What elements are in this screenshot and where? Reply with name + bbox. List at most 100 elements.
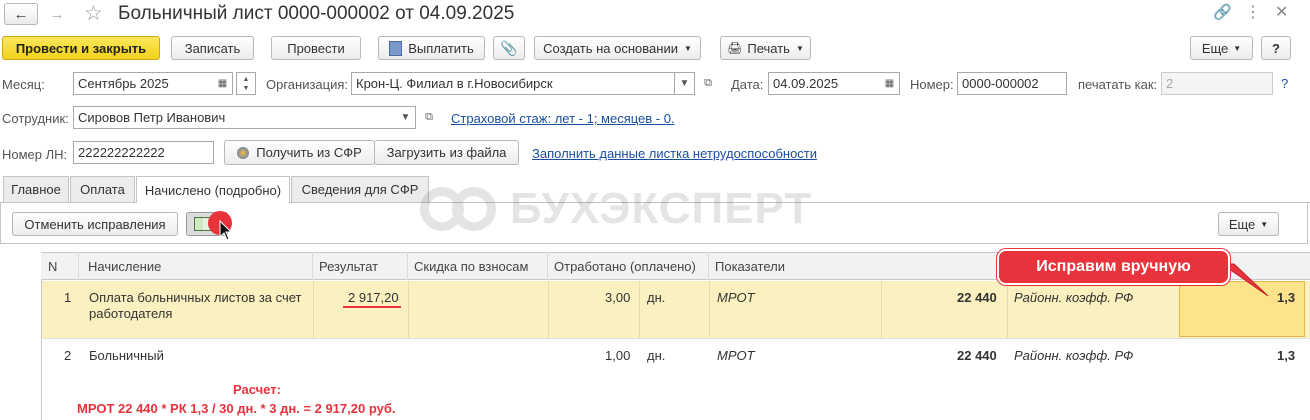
table-row-divider <box>42 338 1310 339</box>
dropdown-arrow-icon: ▼ <box>1233 43 1242 53</box>
paperclip-icon: 📎 <box>500 39 518 56</box>
post-button[interactable]: Провести <box>271 36 361 60</box>
print-as-label: печатать как: <box>1078 77 1158 92</box>
org-open-button[interactable]: ⧉ <box>699 74 717 92</box>
insurance-experience-link[interactable]: Страховой стаж: лет - 1; месяцев - 0. <box>451 111 675 126</box>
get-from-sfr-button[interactable]: Получить из СФР <box>224 140 375 165</box>
calc-formula: МРОТ 22 440 * РК 1,3 / 30 дн. * 3 дн. = … <box>77 401 396 416</box>
watermark-icon <box>452 187 496 231</box>
employee-label: Сотрудник: <box>2 111 69 126</box>
print-button[interactable]: 🖨 Печать ▼ <box>720 36 811 60</box>
pay-button[interactable]: Выплатить <box>378 36 485 60</box>
save-button[interactable]: Записать <box>171 36 254 60</box>
fill-sick-leave-link[interactable]: Заполнить данные листка нетрудоспособнос… <box>532 146 817 161</box>
worked-value: 1,00 <box>605 348 631 363</box>
print-as-help-link[interactable]: ? <box>1281 76 1288 91</box>
indicator-1-name: МРОТ <box>717 348 755 363</box>
indicator-1-value: 22 440 <box>957 348 997 363</box>
dropdown-arrow-icon: ▼ <box>1260 219 1269 229</box>
row-separator <box>709 281 710 338</box>
document-icon <box>389 40 403 56</box>
result-underline <box>343 306 401 308</box>
help-button[interactable]: ? <box>1261 36 1291 60</box>
tab-main[interactable]: Главное <box>3 176 69 202</box>
back-button[interactable]: ← <box>4 3 38 25</box>
row-separator <box>1007 281 1008 338</box>
accrual-name-line2: работодателя <box>89 306 173 321</box>
calendar-icon: ▦ <box>884 78 895 89</box>
header-worked[interactable]: Отработано (оплачено) <box>548 252 709 280</box>
month-spinner[interactable]: ▲ ▼ <box>236 72 256 95</box>
accrual-name: Больничный <box>89 348 164 363</box>
employee-field[interactable]: Сировов Петр Иванович <box>73 106 397 129</box>
indicator-2-value: 1,3 <box>1277 348 1296 363</box>
worked-value: 3,00 <box>605 290 631 305</box>
dropdown-arrow-icon: ▼ <box>683 43 692 53</box>
callout-text: Исправим вручную <box>1036 258 1191 275</box>
indicator-1-value: 22 440 <box>957 290 997 305</box>
row-separator <box>408 281 409 338</box>
tab-sfr-info[interactable]: Сведения для СФР <box>291 176 429 202</box>
favorite-star-icon[interactable]: ☆ <box>84 1 103 26</box>
calc-title: Расчет: <box>233 382 281 397</box>
callout-bubble: Исправим вручную <box>997 249 1230 285</box>
header-accrual[interactable]: Начисление <box>82 252 313 280</box>
row-separator <box>639 281 640 338</box>
create-based-on-button[interactable]: Создать на основании ▼ <box>534 36 701 60</box>
org-dropdown-button[interactable]: ▼ <box>675 72 695 95</box>
watermark-logo: БУХЭКСПЕРТ <box>420 184 812 234</box>
accrual-name: Оплата больничных листов за счет <box>89 290 302 305</box>
spinner-up-icon[interactable]: ▲ <box>243 75 250 84</box>
more-vert-icon[interactable]: ⋮ <box>1245 2 1261 22</box>
dropdown-arrow-icon: ▼ <box>795 43 804 53</box>
row-number: 2 <box>64 348 72 363</box>
tab-accrued-detailed[interactable]: Начислено (подробно) <box>136 176 290 203</box>
window-title: Больничный лист 0000-000002 от 04.09.202… <box>118 3 515 24</box>
date-calendar-button[interactable]: ▦ <box>880 72 900 95</box>
row-separator <box>881 281 882 338</box>
number-label: Номер: <box>910 77 954 92</box>
result-value[interactable]: 2 917,20 <box>348 290 399 305</box>
ln-number-field[interactable]: 222222222222 <box>73 141 214 164</box>
header-n[interactable]: N <box>42 252 79 280</box>
number-field[interactable]: 0000-000002 <box>957 72 1067 95</box>
calendar-icon: ▦ <box>217 78 228 89</box>
load-from-file-button[interactable]: Загрузить из файла <box>374 140 519 165</box>
dropdown-arrow-icon: ▼ <box>400 112 411 123</box>
header-result[interactable]: Результат <box>313 252 408 280</box>
more-button[interactable]: Еще ▼ <box>1190 36 1253 60</box>
watermark-text: БУХЭКСПЕРТ <box>510 184 813 233</box>
cancel-corrections-button[interactable]: Отменить исправления <box>12 212 178 236</box>
org-label: Организация: <box>266 77 349 92</box>
employee-open-button[interactable]: ⧉ <box>420 108 438 126</box>
spinner-down-icon[interactable]: ▼ <box>243 84 250 93</box>
cursor-icon <box>219 219 233 245</box>
open-link-icon: ⧉ <box>704 76 712 89</box>
employee-dropdown-button[interactable]: ▼ <box>396 106 416 129</box>
month-label: Месяц: <box>2 77 45 92</box>
org-field[interactable]: Крон-Ц. Филиал в г.Новосибирск <box>351 72 675 95</box>
arrow-right-icon: → <box>49 5 65 23</box>
worked-unit: дн. <box>647 290 666 305</box>
close-icon[interactable]: ✕ <box>1275 2 1288 22</box>
post-and-close-button[interactable]: Провести и закрыть <box>2 36 160 60</box>
attach-button[interactable]: 📎 <box>493 36 525 60</box>
row-separator <box>313 281 314 338</box>
date-label: Дата: <box>731 77 764 92</box>
month-field[interactable]: Сентябрь 2025 <box>73 72 214 95</box>
printer-icon: 🖨 <box>727 41 743 55</box>
calendar-button[interactable]: ▦ <box>213 72 233 95</box>
date-field[interactable]: 04.09.2025 <box>768 72 881 95</box>
forward-button[interactable]: → <box>42 3 72 25</box>
indicator-1-name: МРОТ <box>717 290 755 305</box>
open-link-icon: ⧉ <box>425 110 433 123</box>
tab-payment[interactable]: Оплата <box>70 176 135 202</box>
tab-more-button[interactable]: Еще ▼ <box>1218 212 1279 236</box>
row-number: 1 <box>64 290 72 305</box>
header-discount[interactable]: Скидка по взносам <box>408 252 548 280</box>
dropdown-arrow-icon: ▼ <box>679 78 690 89</box>
link-icon[interactable]: 🔗 <box>1213 3 1232 21</box>
row-separator <box>548 281 549 338</box>
indicator-2-name: Районн. коэфф. РФ <box>1014 348 1134 363</box>
sfr-logo-icon <box>237 146 250 159</box>
